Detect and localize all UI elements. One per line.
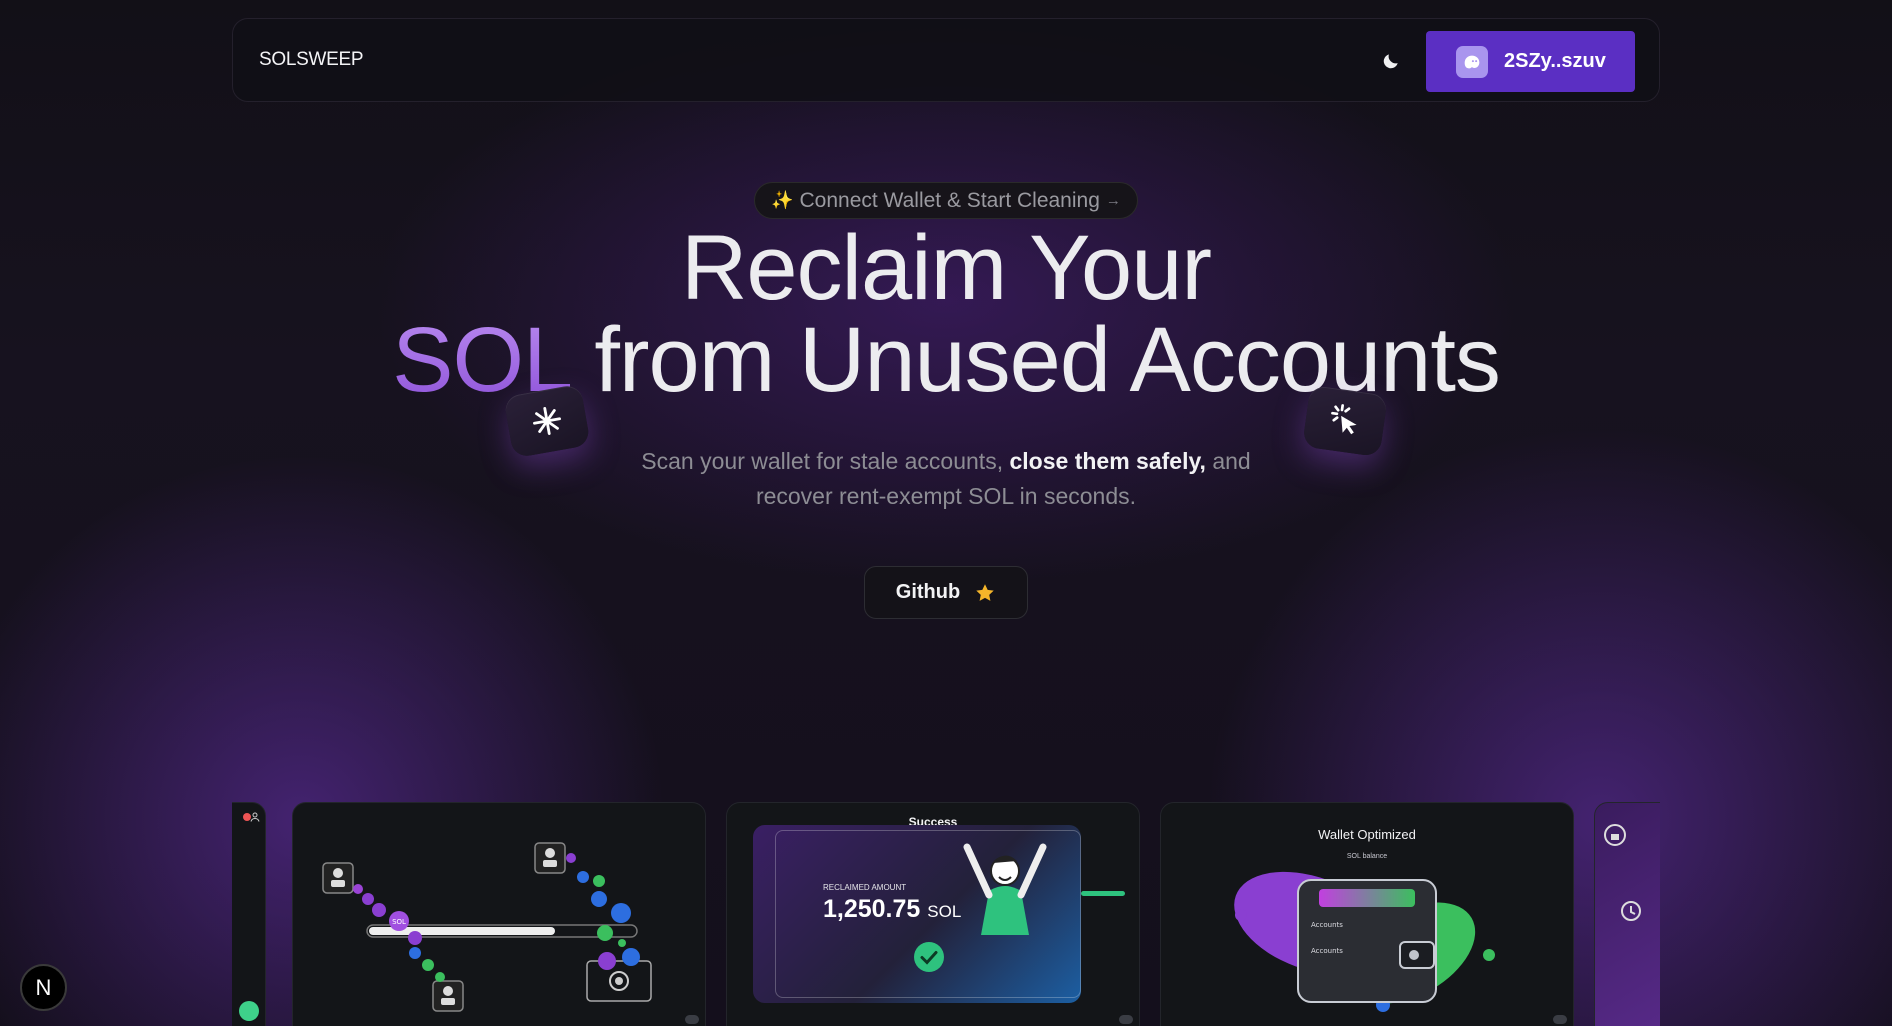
subtitle-bold: close them safely, xyxy=(1009,448,1206,474)
brand-logo[interactable]: SOLSWEEP xyxy=(259,49,364,71)
status-dot xyxy=(239,1001,259,1021)
wallet-balance-bar xyxy=(1319,889,1415,907)
next-badge[interactable]: N xyxy=(20,964,67,1011)
github-label: Github xyxy=(895,581,961,603)
check-circle-icon xyxy=(914,942,944,972)
arrow-right-icon: → xyxy=(1105,192,1121,209)
wallet-icon: Accounts Accounts xyxy=(1297,879,1437,1003)
feature-card-partial-right[interactable] xyxy=(1594,802,1660,1026)
reclaimed-amount: 1,250.75 xyxy=(823,895,921,923)
lock-badge-icon xyxy=(1604,824,1626,846)
wallet-connect-button[interactable]: 2SZy..szuv xyxy=(1426,31,1635,92)
reclaimed-unit: SOL xyxy=(927,902,962,921)
star-icon xyxy=(976,583,994,601)
asterisk-icon xyxy=(533,407,561,435)
feature-card-wallet-optimized[interactable]: Wallet Optimized SOL balance Accounts Ac… xyxy=(1160,802,1574,1026)
subtitle-part-1: Scan your wallet for stale accounts, xyxy=(641,448,1010,474)
reclaimed-panel: RECLAIMED AMOUNT 1,250.75 SOL xyxy=(753,825,1081,1003)
user-icon xyxy=(250,812,260,822)
feature-card-partial-left[interactable] xyxy=(232,802,266,1026)
coin-trail: SOL xyxy=(353,853,640,982)
cursor-click-icon xyxy=(1331,404,1357,435)
github-button[interactable]: Github xyxy=(864,566,1028,619)
feature-carousel: SOL Success RECLAIMED AMOUNT 1,250.75 SO… xyxy=(232,802,1660,1026)
reclaimed-label: RECLAIMED AMOUNT xyxy=(823,883,907,892)
pill-text: Connect Wallet & Start Cleaning xyxy=(799,188,1100,212)
subtitle-line-1: Scan your wallet for stale accounts, clo… xyxy=(0,444,1892,479)
feature-card-transfer[interactable]: SOL xyxy=(292,802,706,1026)
subtitle-line-2: recover rent-exempt SOL in seconds. xyxy=(755,483,1137,509)
connect-wallet-pill[interactable]: ✨ Connect Wallet & Start Cleaning → xyxy=(754,182,1138,219)
theme-toggle-button[interactable] xyxy=(1377,47,1405,75)
top-navbar: SOLSWEEP 2SZy..szuv xyxy=(232,18,1660,102)
reclaimed-amount-row: 1,250.75 SOL xyxy=(823,895,961,924)
feature-card-success[interactable]: Success RECLAIMED AMOUNT 1,250.75 SOL xyxy=(726,802,1140,1026)
wallet-row-2: Accounts xyxy=(1311,947,1343,955)
celebrating-person-icon xyxy=(963,843,1047,935)
wallet-address: 2SZy..szuv xyxy=(1504,50,1606,72)
card-badge xyxy=(1119,1015,1133,1024)
wallet-clasp xyxy=(1399,941,1435,969)
card-badge xyxy=(685,1015,699,1024)
headline-line-2: SOL from Unused Accounts xyxy=(0,310,1892,410)
clock-badge-icon xyxy=(1621,901,1641,921)
transfer-illustration: SOL xyxy=(322,842,652,1012)
card-badge xyxy=(1553,1015,1567,1024)
wallet-row-1: Accounts xyxy=(1311,921,1343,929)
moon-icon xyxy=(1383,54,1398,69)
headline-line-1: Reclaim Your xyxy=(680,217,1212,319)
sparkles-icon: ✨ xyxy=(771,190,794,210)
coin-label: SOL xyxy=(392,918,406,926)
subtitle-part-2: and xyxy=(1205,448,1251,474)
ghost-icon xyxy=(1456,45,1488,78)
progress-line xyxy=(1081,891,1125,896)
